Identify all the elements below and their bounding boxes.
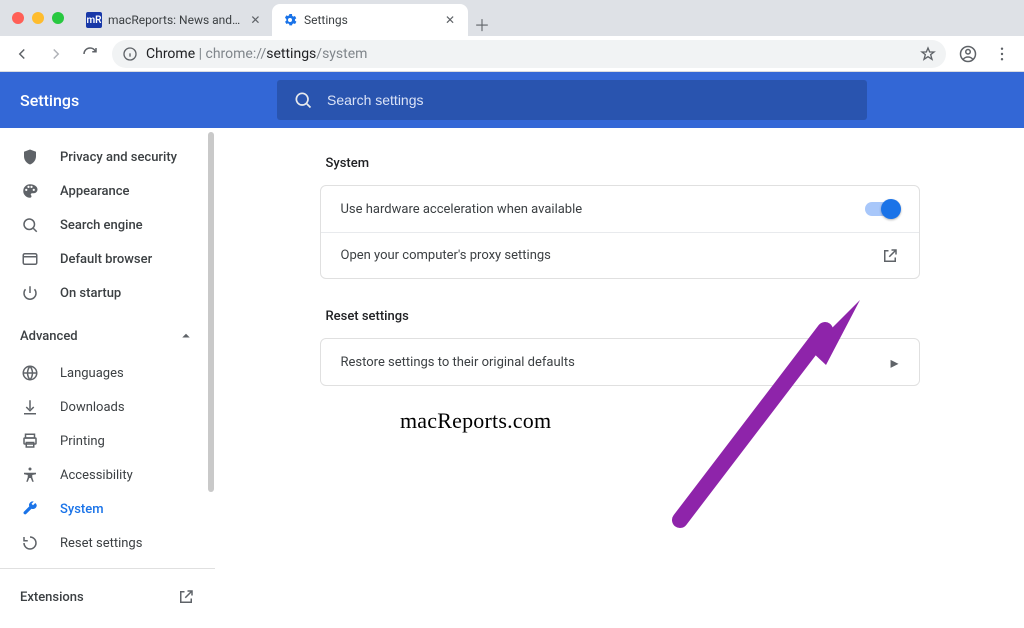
sidebar-item-label: Languages	[60, 366, 124, 381]
sidebar-item-about[interactable]: About Chrome	[0, 617, 215, 628]
row-proxy-settings[interactable]: Open your computer's proxy settings	[321, 232, 919, 278]
window-minimize-button[interactable]	[32, 12, 44, 24]
search-icon	[293, 90, 313, 110]
section-label-system: System	[320, 152, 920, 185]
row-label: Restore settings to their original defau…	[341, 355, 575, 370]
row-label: Open your computer's proxy settings	[341, 248, 551, 263]
sidebar-item-label: Downloads	[60, 400, 125, 415]
sidebar: Privacy and security Appearance Search e…	[0, 128, 215, 628]
card-system: Use hardware acceleration when available…	[320, 185, 920, 279]
power-icon	[20, 284, 40, 302]
sidebar-item-label: Privacy and security	[60, 150, 177, 165]
chevron-right-icon: ▸	[890, 353, 898, 372]
sidebar-section-label: Advanced	[20, 329, 78, 344]
tab-close-icon[interactable]: ✕	[249, 13, 262, 27]
sidebar-item-label: Default browser	[60, 252, 152, 267]
forward-button[interactable]	[44, 42, 68, 66]
toggle-hardware-acceleration[interactable]	[865, 202, 899, 216]
toggle-knob	[881, 199, 901, 219]
new-tab-button[interactable]: ＋	[468, 12, 496, 36]
window-maximize-button[interactable]	[52, 12, 64, 24]
settings-app: Settings Privacy and security Appearance…	[0, 72, 1024, 628]
sidebar-item-privacy[interactable]: Privacy and security	[0, 140, 215, 174]
globe-icon	[20, 364, 40, 382]
window-tab-strip: mR macReports: News and Tips fo ✕ Settin…	[0, 0, 1024, 36]
sidebar-divider	[0, 568, 215, 569]
reset-icon	[20, 534, 40, 552]
chevron-up-icon	[177, 327, 195, 345]
sidebar-item-downloads[interactable]: Downloads	[0, 390, 215, 424]
external-link-icon	[177, 588, 195, 606]
sidebar-item-extensions[interactable]: Extensions	[0, 577, 215, 617]
row-label: Use hardware acceleration when available	[341, 202, 583, 217]
sidebar-item-label: Search engine	[60, 218, 143, 233]
row-hardware-acceleration[interactable]: Use hardware acceleration when available	[321, 186, 919, 232]
tab-title: macReports: News and Tips fo	[108, 13, 243, 27]
site-info-icon	[122, 46, 138, 62]
sidebar-item-printing[interactable]: Printing	[0, 424, 215, 458]
kebab-menu-button[interactable]	[990, 42, 1014, 66]
browser-icon	[20, 250, 40, 268]
print-icon	[20, 432, 40, 450]
sidebar-item-label: Appearance	[60, 184, 129, 199]
download-icon	[20, 398, 40, 416]
tab-close-icon[interactable]: ✕	[442, 13, 458, 27]
section-label-reset: Reset settings	[320, 305, 920, 338]
external-link-icon	[881, 247, 899, 265]
tab-title: Settings	[304, 13, 436, 27]
sidebar-scrollbar-thumb[interactable]	[208, 132, 214, 492]
tabs: mR macReports: News and Tips fo ✕ Settin…	[76, 0, 496, 36]
accessibility-icon	[20, 466, 40, 484]
sidebar-item-label: Printing	[60, 434, 105, 449]
sidebar-item-label: On startup	[60, 286, 121, 301]
favicon-mr: mR	[86, 12, 102, 28]
sidebar-scrollbar[interactable]	[207, 128, 215, 628]
profile-button[interactable]	[956, 42, 980, 66]
sidebar-item-label: Extensions	[20, 590, 84, 605]
app-header: Settings	[0, 72, 1024, 128]
card-reset: Restore settings to their original defau…	[320, 338, 920, 386]
sidebar-item-search-engine[interactable]: Search engine	[0, 208, 215, 242]
wrench-icon	[20, 500, 40, 518]
favicon-gear-icon	[282, 12, 298, 28]
sidebar-item-system[interactable]: System	[0, 492, 215, 526]
sidebar-section-advanced[interactable]: Advanced	[0, 316, 215, 356]
search-icon	[20, 216, 40, 234]
sidebar-item-label: Accessibility	[60, 468, 133, 483]
sidebar-item-appearance[interactable]: Appearance	[0, 174, 215, 208]
main-content: System Use hardware acceleration when av…	[215, 128, 1024, 628]
row-restore-defaults[interactable]: Restore settings to their original defau…	[321, 339, 919, 385]
settings-search-box[interactable]	[277, 80, 867, 120]
traffic-lights	[0, 0, 76, 36]
shield-icon	[20, 148, 40, 166]
sidebar-item-accessibility[interactable]: Accessibility	[0, 458, 215, 492]
browser-toolbar: Chrome | chrome://settings/system	[0, 36, 1024, 72]
reload-button[interactable]	[78, 42, 102, 66]
sidebar-item-languages[interactable]: Languages	[0, 356, 215, 390]
watermark-text: macReports.com	[400, 408, 551, 434]
sidebar-item-label: System	[60, 502, 104, 517]
sidebar-item-reset[interactable]: Reset settings	[0, 526, 215, 560]
sidebar-item-on-startup[interactable]: On startup	[0, 276, 215, 310]
tab-macreports[interactable]: mR macReports: News and Tips fo ✕	[76, 4, 272, 36]
url-text: Chrome | chrome://settings/system	[146, 46, 912, 62]
palette-icon	[20, 182, 40, 200]
sidebar-item-label: Reset settings	[60, 536, 142, 551]
address-bar[interactable]: Chrome | chrome://settings/system	[112, 40, 946, 68]
back-button[interactable]	[10, 42, 34, 66]
app-title: Settings	[0, 91, 270, 110]
tab-settings[interactable]: Settings ✕	[272, 4, 468, 36]
bookmark-star-icon[interactable]	[920, 46, 936, 62]
settings-search-input[interactable]	[327, 92, 851, 108]
window-close-button[interactable]	[12, 12, 24, 24]
sidebar-item-default-browser[interactable]: Default browser	[0, 242, 215, 276]
